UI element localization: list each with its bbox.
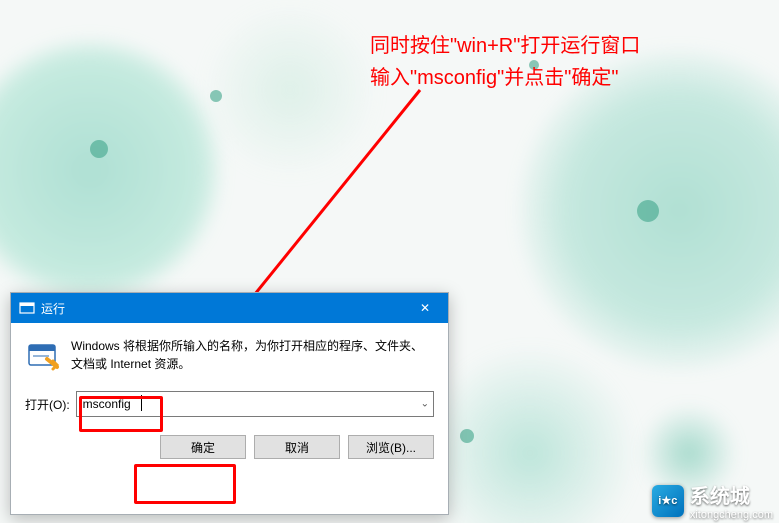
run-title-icon [19,300,35,316]
run-dialog: 运行 ✕ Windows 将根据你所输入的名称，为你打开相应的程序、文件夹、文档… [10,292,449,515]
instruction-text: 同时按住"win+R"打开运行窗口 输入"msconfig"并点击"确定" [370,30,640,94]
ok-button[interactable]: 确定 [160,435,246,459]
watermark: i★c 系统城 xitongcheng.com [652,480,773,521]
watermark-logo-icon: i★c [652,485,684,517]
cancel-button[interactable]: 取消 [254,435,340,459]
dialog-button-row: 确定 取消 浏览(B)... [11,417,448,473]
watermark-brand-url: xitongcheng.com [690,509,773,521]
browse-button[interactable]: 浏览(B)... [348,435,434,459]
instruction-line-2: 输入"msconfig"并点击"确定" [370,62,640,94]
watermark-brand-cn: 系统城 [690,480,773,509]
close-button[interactable]: ✕ [402,293,448,323]
close-icon: ✕ [420,301,430,315]
dialog-title: 运行 [41,300,65,317]
open-label: 打开(O): [25,396,70,413]
instruction-line-1: 同时按住"win+R"打开运行窗口 [370,30,640,62]
text-caret [141,395,142,411]
dialog-description: Windows 将根据你所输入的名称，为你打开相应的程序、文件夹、文档或 Int… [71,337,434,373]
open-combobox[interactable]: ⌄ [76,391,434,417]
run-dialog-icon [25,337,61,373]
open-input[interactable] [77,392,433,416]
dialog-titlebar[interactable]: 运行 ✕ [11,293,448,323]
